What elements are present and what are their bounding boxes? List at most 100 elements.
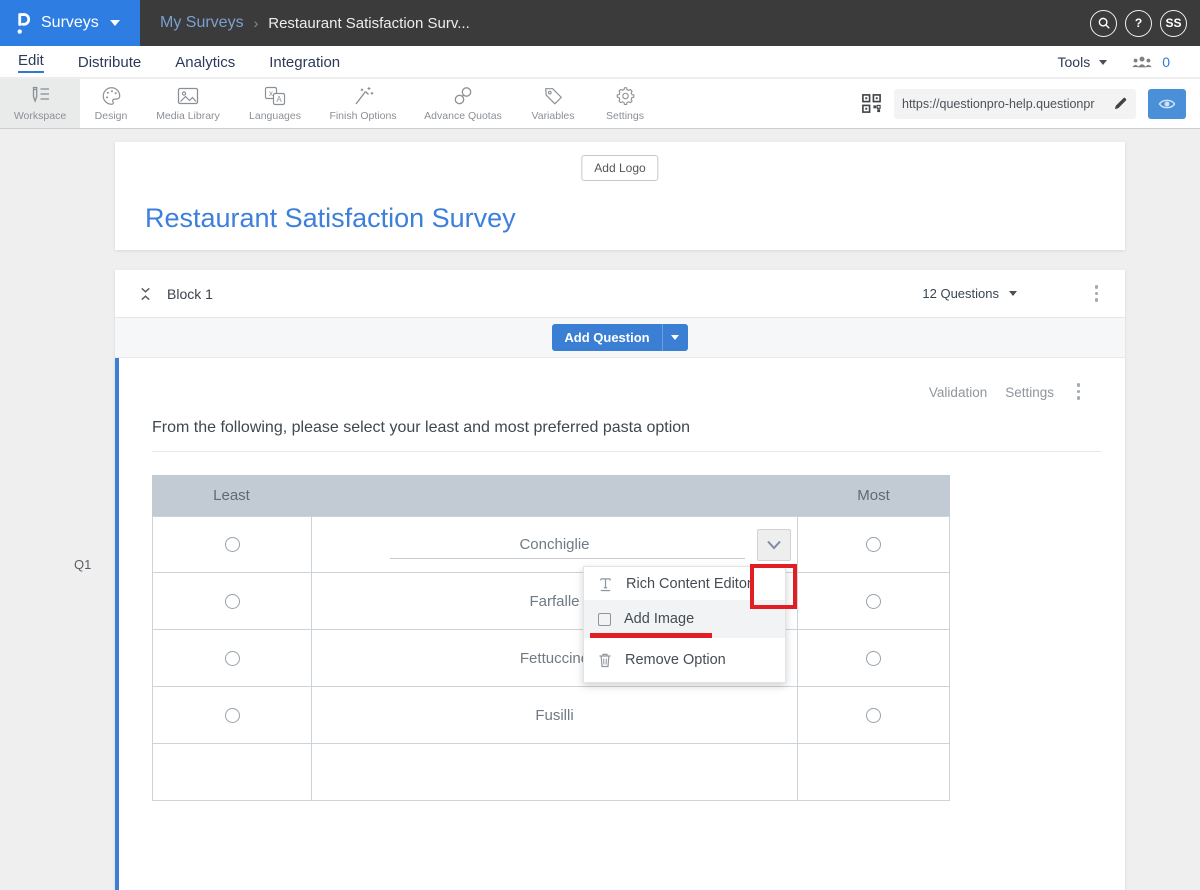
collaborators[interactable]: 0 [1131,54,1170,70]
avatar-initials: SS [1165,16,1181,30]
table-row: Fusilli [152,687,950,744]
matrix-header-row: Least Most [152,475,950,516]
product-name: Surveys [41,14,99,32]
preview-survey-button[interactable] [1148,89,1186,119]
tab-edit[interactable]: Edit [18,52,44,73]
menu-item-add-image[interactable]: Add Image [584,600,785,638]
settings-link[interactable]: Settings [1005,385,1054,400]
variables-icon [542,85,565,107]
survey-header-card: Add Logo Restaurant Satisfaction Survey [115,142,1125,250]
tools-dropdown[interactable]: Tools [1058,54,1108,70]
toolbar-right [861,79,1186,128]
block-menu-kebab-icon[interactable] [1095,285,1099,302]
add-question-split-button[interactable]: Add Question [552,324,687,351]
collaborators-count: 0 [1162,54,1170,70]
matrix-header-most: Most [797,475,950,516]
tab-integration[interactable]: Integration [269,54,340,71]
toolbar-item-media-library[interactable]: Media Library [142,79,234,128]
breadcrumb-my-surveys[interactable]: My Surveys [160,14,244,32]
questionpro-logo-icon [15,11,32,36]
radio-most-option-3[interactable] [866,651,881,666]
edit-url-pencil-icon[interactable] [1113,96,1128,111]
settings-icon [614,85,637,107]
survey-toolbar: Workspace Design Media Library x A [0,79,1200,129]
block-header: Block 1 12 Questions [115,270,1125,318]
tab-distribute[interactable]: Distribute [78,54,141,71]
toolbar-item-finish-options[interactable]: Finish Options [316,79,410,128]
block-card: Block 1 12 Questions Add Question Valida… [115,270,1125,890]
add-image-icon [598,613,611,626]
radio-most-option-4[interactable] [866,708,881,723]
collapse-block-icon[interactable] [138,286,153,302]
remove-option-trash-icon [598,652,612,668]
qr-code-icon[interactable] [861,93,882,114]
help-button[interactable]: ? [1125,10,1152,37]
design-icon [100,85,123,107]
chevron-down-icon [671,335,679,340]
toolbar-item-variables[interactable]: Variables [516,79,590,128]
avatar[interactable]: SS [1160,10,1187,37]
tools-label: Tools [1058,54,1091,70]
radio-least-option-3[interactable] [225,651,240,666]
chevron-down-icon [1099,60,1107,65]
radio-most-option-2[interactable] [866,594,881,609]
option-actions-context-menu: Rich Content Editor Add Image Remove Opt… [583,566,786,683]
advance-quotas-icon [451,85,475,107]
radio-least-option-4[interactable] [225,708,240,723]
survey-title[interactable]: Restaurant Satisfaction Survey [145,203,516,234]
product-switcher[interactable]: Surveys [0,0,140,46]
divider [152,451,1101,452]
search-button[interactable] [1090,10,1117,37]
tabbar-right-actions: Tools 0 [1058,46,1170,78]
block-title[interactable]: Block 1 [167,286,213,302]
top-navigation-bar: Surveys My Surveys › Restaurant Satisfac… [0,0,1200,46]
radio-least-option-1[interactable] [225,537,240,552]
table-row [152,744,950,801]
workspace-icon [28,85,52,107]
survey-url-field[interactable] [894,89,1136,119]
question-menu-kebab-icon[interactable] [1077,383,1081,400]
toolbar-item-settings[interactable]: Settings [590,79,660,128]
help-icon: ? [1135,16,1142,30]
option-label[interactable]: Farfalle [529,593,579,610]
menu-item-rich-content-editor[interactable]: Rich Content Editor [584,567,785,600]
matrix-table: Least Most Conchiglie [152,475,950,801]
menu-item-remove-option[interactable]: Remove Option [584,638,785,682]
radio-most-option-1[interactable] [866,537,881,552]
toolbar-item-languages[interactable]: x A Languages [234,79,316,128]
questions-count-dropdown[interactable]: 12 Questions [922,286,1017,301]
option-label[interactable]: Fettuccine [520,650,589,667]
chevron-down-icon [1009,291,1017,296]
add-question-button[interactable]: Add Question [552,324,661,351]
table-row: Conchiglie [152,516,950,573]
question-number-label: Q1 [74,557,91,572]
tab-analytics[interactable]: Analytics [175,54,235,71]
radio-least-option-2[interactable] [225,594,240,609]
breadcrumb-current-survey: Restaurant Satisfaction Surv... [268,15,469,32]
option-label[interactable]: Fusilli [535,707,573,724]
table-row: Farfalle [152,573,950,630]
add-logo-button[interactable]: Add Logo [581,155,658,181]
search-icon [1097,16,1111,30]
add-question-dropdown-toggle[interactable] [662,324,688,351]
tabs: Edit Distribute Analytics Integration [18,46,340,78]
matrix-header-least: Least [152,475,311,516]
toolbar-item-advance-quotas[interactable]: Advance Quotas [410,79,516,128]
survey-editor-canvas: Add Logo Restaurant Satisfaction Survey … [0,130,1200,750]
question-text[interactable]: From the following, please select your l… [152,419,690,437]
option-input-underline [390,558,745,559]
svg-text:x: x [269,89,273,98]
rich-content-editor-icon [598,576,613,592]
chevron-down-icon [110,20,120,26]
section-tab-bar: Edit Distribute Analytics Integration To… [0,46,1200,78]
topbar-actions: ? SS [1090,0,1187,46]
option-actions-dropdown-button[interactable] [757,529,791,561]
toolbar-item-workspace[interactable]: Workspace [0,79,80,128]
validation-link[interactable]: Validation [929,385,987,400]
toolbar-item-design[interactable]: Design [80,79,142,128]
add-question-strip: Add Question [115,318,1125,358]
survey-url-input[interactable] [902,97,1113,111]
option-label[interactable]: Conchiglie [519,536,589,553]
breadcrumb: My Surveys › Restaurant Satisfaction Sur… [160,0,470,46]
collaborators-icon [1131,54,1153,70]
